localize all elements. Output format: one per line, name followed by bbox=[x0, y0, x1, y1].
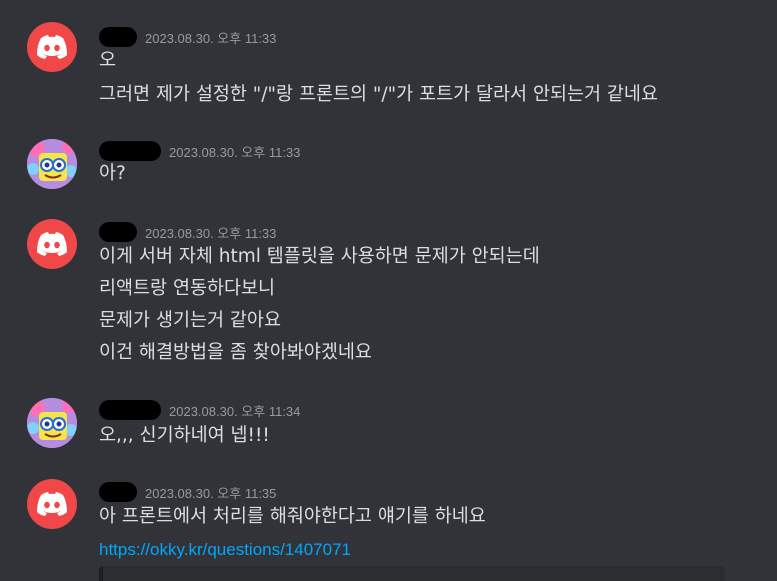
username-redacted[interactable] bbox=[99, 141, 161, 161]
link-embed-preview[interactable] bbox=[99, 566, 725, 581]
message-timestamp: 2023.08.30. 오후 11:33 bbox=[145, 30, 277, 46]
message-timestamp: 2023.08.30. 오후 11:33 bbox=[169, 144, 301, 160]
message-text: 아 프론트에서 처리를 해줘야한다고 얘기를 하네요 bbox=[99, 506, 486, 527]
message-header: 2023.08.30. 오후 11:34 bbox=[99, 398, 300, 422]
username-redacted[interactable] bbox=[99, 27, 137, 47]
message-text: 오 bbox=[99, 50, 117, 71]
message-text: 아? bbox=[99, 163, 126, 184]
message-text: 오,,, 신기하네여 넵!!! bbox=[99, 425, 270, 446]
username-redacted[interactable] bbox=[99, 400, 161, 420]
discord-logo-icon[interactable] bbox=[27, 219, 77, 269]
message-text: 이게 서버 자체 html 템플릿을 사용하면 문제가 안되는데 bbox=[99, 246, 540, 267]
message-timestamp: 2023.08.30. 오후 11:35 bbox=[145, 485, 277, 501]
discord-logo-icon[interactable] bbox=[27, 479, 77, 529]
message-header: 2023.08.30. 오후 11:35 bbox=[99, 480, 276, 504]
message-text: 이건 해결방법을 좀 찾아봐야겠네요 bbox=[99, 342, 372, 363]
chat-message-list: 2023.08.30. 오후 11:33 오 그러면 제가 설정한 "/"랑 프… bbox=[0, 0, 777, 581]
message-header: 2023.08.30. 오후 11:33 bbox=[99, 139, 300, 163]
message-header: 2023.08.30. 오후 11:33 bbox=[99, 220, 276, 244]
message-text: 문제가 생기는거 같아요 bbox=[99, 310, 281, 331]
message-link[interactable]: https://okky.kr/questions/1407071 bbox=[99, 538, 351, 562]
spongebob-avatar-icon[interactable] bbox=[27, 398, 77, 448]
username-redacted[interactable] bbox=[99, 482, 137, 502]
discord-logo-icon[interactable] bbox=[27, 22, 77, 72]
message-timestamp: 2023.08.30. 오후 11:34 bbox=[169, 403, 301, 419]
message-header: 2023.08.30. 오후 11:33 bbox=[99, 25, 276, 49]
message-text: 그러면 제가 설정한 "/"랑 프론트의 "/"가 포트가 달라서 안되는거 같… bbox=[99, 84, 658, 105]
spongebob-avatar-icon[interactable] bbox=[27, 139, 77, 189]
message-timestamp: 2023.08.30. 오후 11:33 bbox=[145, 225, 277, 241]
message-text: 리액트랑 연동하다보니 bbox=[99, 278, 276, 299]
username-redacted[interactable] bbox=[99, 222, 137, 242]
